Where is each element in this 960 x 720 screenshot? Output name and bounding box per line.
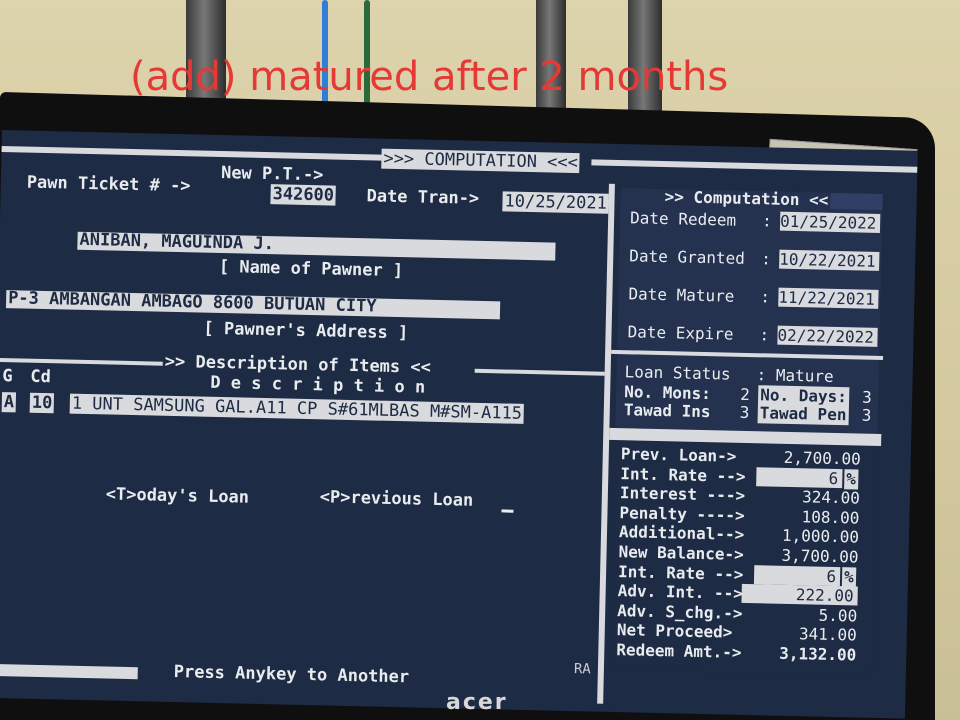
overlay-caption: (add) matured after 2 months bbox=[130, 54, 729, 100]
pawner-name: ANIBAN, MAGUINDA J. bbox=[79, 229, 275, 255]
col-g: G bbox=[2, 366, 13, 387]
date-expire-label: Date Expire bbox=[627, 322, 734, 344]
amount-value-5[interactable]: 3,700.00 bbox=[742, 545, 858, 567]
item-g[interactable]: A bbox=[1, 392, 17, 413]
top-rule-right bbox=[591, 159, 918, 173]
tawad-ins-label: Tawad Ins bbox=[623, 400, 711, 422]
date-expire-colon: : bbox=[759, 325, 770, 345]
col-description: D e s c r i p t i o n bbox=[210, 372, 426, 398]
date-granted-value[interactable]: 10/22/2021 bbox=[779, 249, 880, 271]
date-mature-colon: : bbox=[760, 287, 771, 307]
date-expire-value[interactable]: 02/22/2022 bbox=[777, 325, 878, 347]
pawn-ticket-label: Pawn Ticket # -> bbox=[26, 172, 191, 197]
percent-sign-1: % bbox=[844, 469, 859, 490]
date-mature-label: Date Mature bbox=[628, 284, 735, 306]
ra-indicator: RA bbox=[573, 661, 591, 678]
new-pt-label: New P.T.-> bbox=[220, 162, 324, 186]
dates-title-bar bbox=[830, 192, 883, 210]
amount-label-2: Interest ---> bbox=[619, 483, 746, 505]
tawad-ins-value: 3 bbox=[739, 402, 750, 423]
amount-value-2[interactable]: 324.00 bbox=[744, 486, 860, 507]
todays-loan-option[interactable]: <T>oday's Loan bbox=[106, 484, 250, 507]
date-mature-value[interactable]: 11/22/2021 bbox=[778, 287, 879, 309]
pawner-address-caption: [ Pawner's Address ] bbox=[203, 318, 409, 344]
amount-value-9[interactable]: 341.00 bbox=[741, 623, 857, 644]
amount-label-9: Net Proceed> bbox=[616, 620, 733, 642]
date-tran-value[interactable]: 10/25/2021 bbox=[502, 191, 610, 214]
tawad-pen-label: Tawad Pen bbox=[757, 403, 849, 426]
amount-value-4[interactable]: 1,000.00 bbox=[743, 525, 859, 547]
text-cursor bbox=[501, 509, 514, 513]
loan-status-label: Loan Status bbox=[624, 362, 731, 384]
date-redeem-label: Date Redeem bbox=[629, 208, 737, 230]
pawner-name-caption: [ Name of Pawner ] bbox=[218, 256, 404, 282]
date-tran-label: Date Tran-> bbox=[366, 186, 480, 209]
items-rule-right bbox=[474, 368, 605, 376]
col-cd: Cd bbox=[30, 366, 52, 388]
date-granted-colon: : bbox=[761, 249, 772, 269]
previous-loan-option[interactable]: <P>revious Loan bbox=[320, 487, 474, 510]
amount-value-10[interactable]: 3,132.00 bbox=[740, 643, 856, 665]
items-rule-left bbox=[0, 357, 163, 366]
amount-value-3[interactable]: 108.00 bbox=[743, 506, 859, 527]
amount-value-7[interactable]: 222.00 bbox=[741, 583, 858, 606]
dates-panel-title: >> Computation << bbox=[664, 187, 829, 210]
bottom-rule-left bbox=[0, 663, 138, 680]
loan-status-value: : Mature bbox=[756, 365, 834, 386]
amount-label-10: Redeem Amt.-> bbox=[616, 640, 742, 662]
amount-label-5: New Balance-> bbox=[618, 542, 745, 564]
amount-value-6[interactable]: 6 bbox=[753, 565, 841, 587]
header-title: >>> COMPUTATION <<< bbox=[381, 148, 581, 174]
item-cd[interactable]: 10 bbox=[29, 392, 55, 414]
amount-value-8[interactable]: 5.00 bbox=[741, 604, 857, 626]
percent-sign-6: % bbox=[841, 567, 856, 588]
tawad-pen-value: 3 bbox=[861, 405, 872, 425]
date-redeem-value[interactable]: 01/25/2022 bbox=[779, 211, 881, 233]
amount-value-1[interactable]: 6 bbox=[756, 467, 843, 489]
item-description[interactable]: 1 UNT SAMSUNG GAL.A11 CP S#61MLBAS M#SM-… bbox=[69, 393, 525, 424]
date-redeem-colon: : bbox=[761, 211, 772, 231]
terminal-screen: >>> COMPUTATION <<< New P.T.-> Pawn Tick… bbox=[0, 130, 918, 719]
amount-label-0: Prev. Loan-> bbox=[620, 444, 737, 466]
top-rule-left bbox=[1, 145, 382, 161]
date-granted-label: Date Granted bbox=[629, 246, 746, 268]
pawn-ticket-value[interactable]: 342600 bbox=[270, 184, 337, 206]
press-anykey: Press Anykey to Another bbox=[173, 662, 410, 688]
pawner-address: P-3 AMBANGAN AMBAGO 8600 BUTUAN CITY bbox=[7, 288, 377, 317]
monitor-brand-logo: acer bbox=[446, 690, 508, 715]
amount-value-0[interactable]: 2,700.00 bbox=[745, 447, 860, 469]
amount-label-7: Adv. Int. --> bbox=[617, 581, 744, 603]
amount-label-4: Additional--> bbox=[618, 522, 745, 544]
